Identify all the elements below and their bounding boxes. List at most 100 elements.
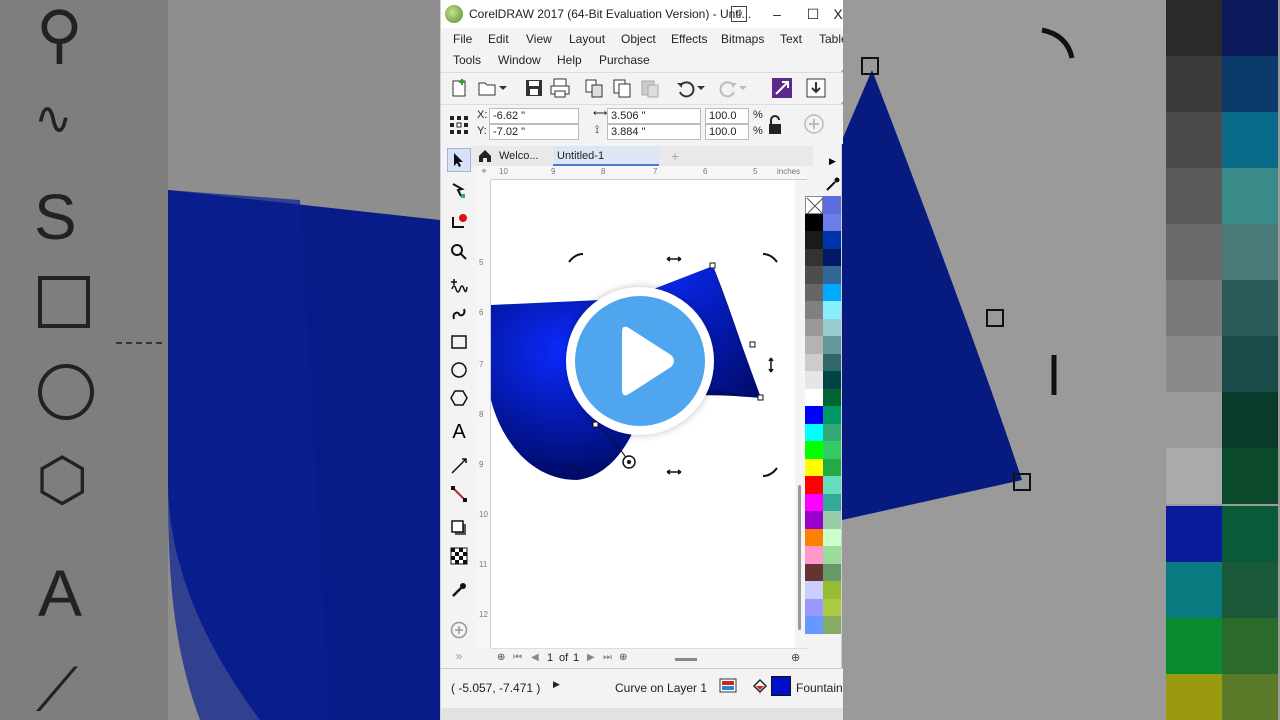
cut-icon[interactable] (583, 77, 605, 99)
palette-swatch[interactable] (805, 581, 823, 599)
menu-tools[interactable]: Tools (453, 53, 481, 67)
palette-swatch[interactable] (823, 546, 841, 564)
palette-swatch[interactable] (805, 546, 823, 564)
eyedropper-tool[interactable] (447, 578, 471, 602)
palette-swatch[interactable] (823, 371, 841, 389)
palette-swatch[interactable] (805, 616, 823, 634)
dimension-tool[interactable] (447, 454, 471, 478)
copy-icon[interactable] (611, 77, 633, 99)
palette-expand-icon[interactable]: ▶ (829, 156, 836, 167)
palette-swatch[interactable] (805, 423, 823, 442)
palette-swatch[interactable] (805, 388, 823, 407)
palette-swatch[interactable] (823, 248, 841, 267)
height-field[interactable]: 3.884 " (607, 124, 701, 140)
menu-window[interactable]: Window (498, 53, 541, 67)
menu-bitmaps[interactable]: Bitmaps (721, 32, 764, 46)
palette-swatch[interactable] (805, 511, 823, 529)
menu-view[interactable]: View (526, 32, 552, 46)
menu-edit[interactable]: Edit (488, 32, 509, 46)
add-tool-button[interactable] (447, 618, 471, 642)
minimize-button[interactable]: – (767, 4, 787, 24)
skew-handle-icon[interactable] (666, 256, 682, 262)
undo-dropdown-icon[interactable] (695, 77, 707, 99)
menu-table[interactable]: Table (819, 32, 843, 46)
palette-swatch[interactable] (823, 598, 841, 617)
scrollbar-thumb[interactable] (798, 485, 801, 630)
palette-swatch[interactable] (805, 301, 823, 319)
open-icon[interactable] (477, 77, 499, 99)
shape-tool[interactable] (447, 178, 471, 202)
transparency-tool[interactable] (447, 544, 471, 568)
bezier-tool[interactable] (447, 302, 471, 326)
crop-tool[interactable] (447, 210, 471, 234)
palette-swatch[interactable] (823, 196, 841, 214)
palette-swatch[interactable] (823, 616, 841, 634)
vertical-scrollbar[interactable] (795, 180, 805, 648)
palette-swatch[interactable] (823, 423, 841, 442)
account-icon[interactable]: ☺ (731, 6, 747, 22)
palette-swatch[interactable] (823, 441, 841, 459)
x-position-field[interactable]: -6.62 " (489, 108, 579, 124)
tab-untitled-1[interactable]: Untitled-1 (553, 146, 659, 166)
palette-swatch[interactable] (805, 231, 823, 249)
y-position-field[interactable]: -7.02 " (489, 124, 579, 140)
horizontal-scroll-thumb[interactable] (675, 658, 697, 661)
polygon-tool[interactable] (447, 386, 471, 410)
palette-swatch[interactable] (805, 406, 823, 424)
rotate-handle-icon[interactable] (762, 253, 778, 263)
fill-bucket-icon[interactable] (751, 677, 769, 695)
home-icon[interactable] (477, 148, 493, 164)
palette-swatch[interactable] (823, 388, 841, 407)
palette-swatch[interactable] (805, 493, 823, 512)
palette-swatch[interactable] (823, 266, 841, 284)
palette-swatch[interactable] (805, 458, 823, 477)
palette-swatch[interactable] (805, 353, 823, 372)
ruler-origin[interactable]: ⌖ (477, 166, 491, 180)
scale-y-field[interactable]: 100.0 (705, 124, 749, 140)
palette-swatch[interactable] (805, 283, 823, 302)
freehand-tool[interactable] (447, 274, 471, 298)
menu-help[interactable]: Help (557, 53, 582, 67)
last-page-icon[interactable]: ⏭ (603, 652, 612, 663)
text-tool[interactable]: A (447, 420, 471, 444)
pick-tool[interactable] (447, 148, 471, 172)
ellipse-tool[interactable] (447, 358, 471, 382)
connector-tool[interactable] (447, 482, 471, 506)
undo-icon[interactable] (675, 77, 697, 99)
print-icon[interactable] (549, 77, 571, 99)
zoom-tool[interactable] (447, 240, 471, 264)
palette-swatch[interactable] (805, 213, 823, 232)
unlock-icon[interactable] (767, 115, 783, 135)
import-icon[interactable] (805, 77, 827, 99)
palette-swatch[interactable] (823, 336, 841, 354)
palette-swatch[interactable] (823, 528, 841, 547)
menu-file[interactable]: File (453, 32, 472, 46)
palette-eyedropper-icon[interactable] (825, 176, 841, 192)
palette-swatch[interactable] (805, 318, 823, 337)
palette-swatch[interactable] (805, 266, 823, 284)
rotate-handle-icon[interactable] (762, 467, 778, 477)
palette-swatch[interactable] (823, 458, 841, 477)
palette-swatch[interactable] (823, 283, 841, 302)
width-field[interactable]: 3.506 " (607, 108, 701, 124)
new-document-icon[interactable] (449, 77, 471, 99)
palette-swatch[interactable] (823, 493, 841, 512)
color-proof-icon[interactable] (719, 677, 737, 695)
drop-shadow-tool[interactable] (447, 516, 471, 540)
previous-page-icon[interactable]: ◀ (531, 652, 539, 663)
save-icon[interactable] (523, 77, 545, 99)
close-button[interactable]: X (833, 4, 843, 24)
palette-swatch[interactable] (823, 213, 841, 232)
palette-swatch[interactable] (823, 318, 841, 337)
menu-layout[interactable]: Layout (569, 32, 605, 46)
no-fill-swatch[interactable] (805, 196, 824, 215)
palette-swatch[interactable] (823, 581, 841, 599)
palette-swatch[interactable] (823, 511, 841, 529)
scale-x-field[interactable]: 100.0 (705, 108, 749, 124)
palette-swatch[interactable] (805, 371, 823, 389)
palette-swatch[interactable] (823, 301, 841, 319)
maximize-button[interactable]: ☐ (803, 4, 823, 24)
palette-swatch[interactable] (823, 353, 841, 372)
fill-color-swatch[interactable] (771, 676, 791, 696)
palette-swatch[interactable] (823, 231, 841, 249)
